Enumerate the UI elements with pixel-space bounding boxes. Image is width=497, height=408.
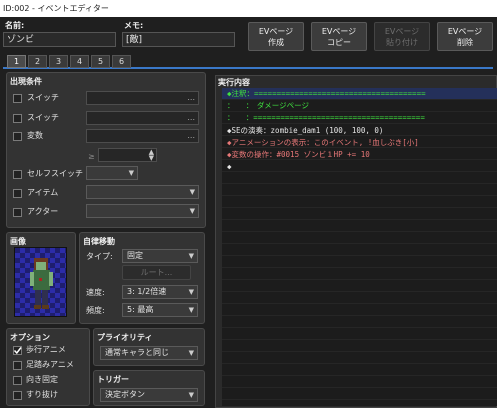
memo-label: メモ: — [124, 21, 144, 30]
contents-title: 実行内容 — [218, 78, 250, 87]
item-checkbox[interactable] — [13, 189, 22, 198]
movement-type-value: 固定 — [127, 251, 143, 260]
chevron-down-icon: ▼ — [188, 288, 194, 296]
speed-value: 3: 1/2倍速 — [127, 287, 167, 296]
actor-select[interactable]: ▼ — [86, 204, 199, 218]
command-line[interactable]: ◆アニメーションの表示：このイベント, !血しぶき[小] — [227, 138, 419, 148]
ev-page-create-line2: 作成 — [268, 38, 284, 47]
chevron-down-icon: ▼ — [188, 252, 194, 260]
priority-value: 通常キャラと同じ — [105, 348, 169, 357]
variable-checkbox[interactable] — [13, 132, 22, 141]
ev-page-delete-button[interactable]: EVページ 削除 — [437, 22, 493, 51]
chevron-down-icon: ▼ — [189, 188, 195, 196]
tab-page-2[interactable]: 2 — [28, 55, 47, 68]
ev-page-copy-line2: コピー — [327, 38, 351, 47]
stepping-anim-checkbox[interactable] — [13, 361, 22, 370]
command-line[interactable]: ◆ — [227, 162, 232, 172]
tab-page-4[interactable]: 4 — [70, 55, 89, 68]
memo-input[interactable]: [敵] — [122, 32, 235, 47]
checkmark-icon — [13, 347, 22, 355]
switch2-selector[interactable]: ... — [86, 111, 199, 125]
page-tab-bar: 1 2 3 4 5 6 — [3, 55, 493, 69]
variable-selector[interactable]: ... — [86, 129, 199, 143]
through-label: すり抜け — [26, 390, 58, 399]
chevron-down-icon: ▼ — [188, 391, 194, 399]
item-label: アイテム — [27, 188, 59, 197]
gte-label: ≥ — [88, 152, 95, 161]
direction-fix-label: 向き固定 — [26, 375, 58, 384]
character-image[interactable] — [14, 247, 67, 317]
ev-page-create-line1: EVページ — [258, 27, 294, 36]
movement-type-select[interactable]: 固定 ▼ — [122, 249, 198, 263]
frequency-label: 頻度: — [86, 306, 105, 315]
speed-label: 速度: — [86, 288, 105, 297]
name-input[interactable]: ゾンビ — [3, 32, 116, 47]
actor-label: アクター — [27, 207, 59, 216]
frequency-select[interactable]: 5: 最高 ▼ — [122, 303, 198, 317]
command-line[interactable]: ◆注釈：====================================… — [227, 89, 426, 99]
self-switch-label: セルフスイッチ — [27, 169, 83, 178]
switch2-label: スイッチ — [27, 113, 59, 122]
command-line[interactable]: ◆変数の操作：#0015 ゾンビ１HP += 10 — [227, 150, 370, 160]
priority-select[interactable]: 通常キャラと同じ ▼ — [100, 346, 198, 360]
switch2-checkbox[interactable] — [13, 114, 22, 123]
ev-page-create-button[interactable]: EVページ 作成 — [248, 22, 304, 51]
ev-page-delete-line1: EVページ — [447, 27, 483, 36]
command-line[interactable]: ： ： ダメージページ — [227, 101, 309, 111]
ev-page-paste-line2: 貼り付け — [386, 38, 418, 47]
self-switch-checkbox[interactable] — [13, 170, 22, 179]
route-button[interactable]: ルート... — [122, 265, 191, 280]
stepping-anim-label: 足踏みアニメ — [26, 360, 74, 369]
command-line[interactable]: ◆SEの演奏：zombie_dam1 (100, 100, 0) — [227, 126, 383, 136]
spin-down-icon[interactable]: ▼ — [149, 154, 154, 162]
direction-fix-checkbox[interactable] — [13, 376, 22, 385]
variable-label: 変数 — [27, 131, 43, 140]
ev-page-paste-line1: EVページ — [384, 27, 420, 36]
chevron-down-icon: ▼ — [128, 169, 134, 177]
actor-checkbox[interactable] — [13, 208, 22, 217]
chevron-down-icon: ▼ — [189, 207, 195, 215]
tab-page-3[interactable]: 3 — [49, 55, 68, 68]
window-title: ID:002 - イベントエディター — [0, 0, 497, 17]
walking-anim-checkbox[interactable] — [13, 346, 22, 355]
chevron-down-icon: ▼ — [188, 306, 194, 314]
trigger-title: トリガー — [97, 375, 129, 384]
ev-page-paste-button[interactable]: EVページ 貼り付け — [374, 22, 430, 51]
tab-page-5[interactable]: 5 — [91, 55, 110, 68]
trigger-select[interactable]: 決定ボタン ▼ — [100, 388, 198, 402]
switch1-selector[interactable]: ... — [86, 91, 199, 105]
type-label: タイプ: — [86, 252, 113, 261]
chevron-down-icon: ▼ — [188, 349, 194, 357]
walking-anim-label: 歩行アニメ — [26, 345, 66, 354]
trigger-value: 決定ボタン — [105, 390, 145, 399]
item-select[interactable]: ▼ — [86, 185, 199, 199]
self-switch-select[interactable]: ▼ — [86, 166, 138, 180]
switch1-checkbox[interactable] — [13, 94, 22, 103]
options-title: オプション — [10, 333, 50, 342]
ev-page-delete-line2: 削除 — [457, 38, 473, 47]
image-title: 画像 — [10, 237, 26, 246]
speed-select[interactable]: 3: 1/2倍速 ▼ — [122, 285, 198, 299]
zombie-sprite — [30, 258, 53, 309]
frequency-value: 5: 最高 — [127, 305, 154, 314]
variable-value-spinner[interactable]: ▲ ▼ — [98, 148, 157, 162]
name-label: 名前: — [5, 21, 25, 30]
priority-title: プライオリティ — [97, 333, 153, 342]
ev-page-copy-button[interactable]: EVページ コピー — [311, 22, 367, 51]
ev-page-copy-line1: EVページ — [321, 27, 357, 36]
tab-page-6[interactable]: 6 — [112, 55, 131, 68]
autonomous-title: 自律移動 — [83, 237, 115, 246]
through-checkbox[interactable] — [13, 391, 22, 400]
conditions-title: 出現条件 — [10, 77, 42, 86]
switch1-label: スイッチ — [27, 93, 59, 102]
command-line[interactable]: ： ：=====================================… — [227, 113, 425, 123]
tab-page-1[interactable]: 1 — [7, 55, 26, 68]
